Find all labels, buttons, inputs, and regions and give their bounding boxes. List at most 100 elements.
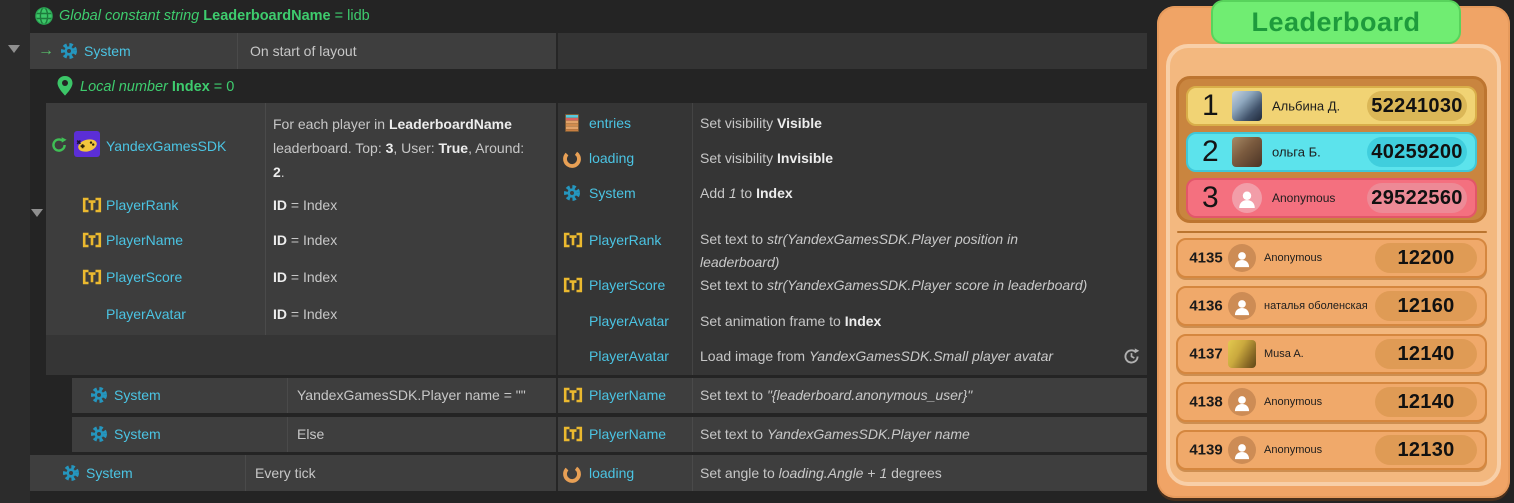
player-name: наталья оболенская bbox=[1264, 300, 1368, 312]
action-set-visible[interactable]: Set visibility Visible bbox=[700, 115, 822, 131]
action-object-entries[interactable]: entries bbox=[589, 115, 631, 131]
global-variable-row[interactable]: Global constant string LeaderboardName =… bbox=[30, 0, 1147, 32]
player-score: 29522560 bbox=[1371, 187, 1462, 210]
condition-playername[interactable]: ID = Index bbox=[273, 232, 337, 248]
action-object-loading[interactable]: loading bbox=[589, 150, 634, 166]
avatar bbox=[1228, 340, 1256, 368]
player-name: Anonymous bbox=[1264, 252, 1322, 264]
action-load-image[interactable]: Load image from YandexGamesSDK.Small pla… bbox=[700, 348, 1053, 364]
action-playerrank-settext[interactable]: Set text to str(YandexGamesSDK.Player po… bbox=[700, 228, 1080, 274]
event-arrow-icon: → bbox=[38, 42, 54, 60]
foreach-loop-icon bbox=[50, 136, 68, 154]
object-system[interactable]: System bbox=[114, 426, 161, 442]
action-set-angle[interactable]: Set angle to loading.Angle + 1 degrees bbox=[700, 465, 942, 481]
action-object-playeravatar[interactable]: PlayerAvatar bbox=[589, 313, 669, 329]
collapse-arrow-icon[interactable] bbox=[31, 209, 43, 217]
rank-label: 4139 bbox=[1186, 442, 1226, 459]
object-playerrank[interactable]: PlayerRank bbox=[106, 197, 178, 213]
player-score: 12140 bbox=[1397, 391, 1454, 414]
person-icon bbox=[1232, 441, 1252, 461]
leaderboard-row: 4139 Anonymous 12130 bbox=[1176, 430, 1487, 470]
avatar bbox=[1228, 436, 1256, 464]
object-playeravatar[interactable]: PlayerAvatar bbox=[106, 306, 186, 322]
async-action-icon bbox=[1122, 347, 1141, 366]
person-icon bbox=[1236, 188, 1258, 210]
action-object-system[interactable]: System bbox=[589, 185, 636, 201]
condition-playerscore[interactable]: ID = Index bbox=[273, 269, 337, 285]
action-add-index[interactable]: Add 1 to Index bbox=[700, 185, 793, 201]
entries-sprite-icon bbox=[565, 114, 579, 132]
rank-label: 4138 bbox=[1186, 394, 1226, 411]
action-settext-anonymous[interactable]: Set text to "{leaderboard.anonymous_user… bbox=[700, 387, 972, 403]
rank-label: 4137 bbox=[1186, 346, 1226, 363]
action-object-playername[interactable]: PlayerName bbox=[589, 387, 666, 403]
leaderboard-title-badge: Leaderboard bbox=[1211, 0, 1461, 44]
text-object-icon bbox=[563, 232, 583, 248]
action-object-playeravatar[interactable]: PlayerAvatar bbox=[589, 348, 669, 364]
leaderboard-row: 4135 Anonymous 12200 bbox=[1176, 238, 1487, 278]
leaderboard-row: 4136 наталья оболенская 12160 bbox=[1176, 286, 1487, 326]
object-system[interactable]: System bbox=[84, 43, 131, 59]
object-system[interactable]: System bbox=[114, 387, 161, 403]
construct-event-sheet: Global constant string LeaderboardName =… bbox=[0, 0, 1514, 503]
leaderboard-title: Leaderboard bbox=[1251, 7, 1420, 38]
text-object-icon bbox=[82, 269, 102, 285]
action-object-playerscore[interactable]: PlayerScore bbox=[589, 277, 665, 293]
text-object-icon bbox=[563, 277, 583, 293]
person-icon bbox=[1232, 249, 1252, 269]
action-object-playerrank[interactable]: PlayerRank bbox=[589, 232, 661, 248]
action-playerscore-settext[interactable]: Set text to str(YandexGamesSDK.Player sc… bbox=[700, 277, 1087, 293]
player-score: 12160 bbox=[1397, 295, 1454, 318]
local-variable-text[interactable]: Local number Index = 0 bbox=[80, 79, 234, 95]
score-pill: 12130 bbox=[1375, 435, 1477, 465]
score-pill: 12140 bbox=[1375, 387, 1477, 417]
action-object-playername[interactable]: PlayerName bbox=[589, 426, 666, 442]
leaderboard-top3-container: 1 Альбина Д. 52241030 2 ольга Б. 4025920… bbox=[1176, 76, 1487, 223]
leaderboard-top-row-2: 2 ольга Б. 40259200 bbox=[1186, 132, 1477, 172]
person-icon bbox=[1232, 393, 1252, 413]
gear-icon bbox=[90, 386, 108, 404]
gear-icon bbox=[60, 42, 78, 60]
avatar bbox=[1232, 91, 1262, 121]
text-object-icon bbox=[82, 197, 102, 213]
condition-playerrank[interactable]: ID = Index bbox=[273, 197, 337, 213]
leaderboard-panel: Leaderboard 1 Альбина Д. 52241030 2 ольг… bbox=[1157, 6, 1510, 498]
object-system[interactable]: System bbox=[86, 465, 133, 481]
gear-icon bbox=[563, 184, 581, 202]
player-score: 12140 bbox=[1397, 343, 1454, 366]
player-name: ольга Б. bbox=[1272, 145, 1321, 160]
player-score: 12200 bbox=[1397, 247, 1454, 270]
condition-every-tick[interactable]: Every tick bbox=[255, 465, 316, 481]
action-set-animation-frame[interactable]: Set animation frame to Index bbox=[700, 313, 881, 329]
text-object-icon bbox=[563, 387, 583, 403]
leaderboard-divider bbox=[1177, 231, 1487, 233]
player-name: Anonymous bbox=[1264, 396, 1322, 408]
text-object-icon bbox=[563, 426, 583, 442]
object-playerscore[interactable]: PlayerScore bbox=[106, 269, 182, 285]
condition-foreach-text[interactable]: For each player in LeaderboardName leade… bbox=[273, 112, 539, 184]
score-pill: 29522560 bbox=[1367, 183, 1467, 213]
person-icon bbox=[1232, 297, 1252, 317]
leaderboard-top-row-1: 1 Альбина Д. 52241030 bbox=[1186, 86, 1477, 126]
condition-else[interactable]: Else bbox=[297, 426, 324, 442]
collapse-arrow-icon[interactable] bbox=[8, 45, 20, 53]
condition-name-empty[interactable]: YandexGamesSDK.Player name = "" bbox=[297, 387, 526, 403]
avatar bbox=[1232, 137, 1262, 167]
rank-label: 3 bbox=[1202, 181, 1219, 215]
player-score: 12130 bbox=[1397, 439, 1454, 462]
avatar bbox=[1228, 292, 1256, 320]
globe-icon bbox=[35, 7, 53, 25]
condition-on-start[interactable]: On start of layout bbox=[250, 43, 357, 59]
object-playername[interactable]: PlayerName bbox=[106, 232, 183, 248]
condition-playeravatar[interactable]: ID = Index bbox=[273, 306, 337, 322]
action-set-invisible[interactable]: Set visibility Invisible bbox=[700, 150, 833, 166]
object-yandexgamessdk[interactable]: YandexGamesSDK bbox=[106, 138, 226, 154]
loading-sprite-icon bbox=[562, 149, 582, 169]
action-object-loading[interactable]: loading bbox=[589, 465, 634, 481]
event-on-start-actions-cell[interactable] bbox=[557, 33, 1147, 69]
score-pill: 52241030 bbox=[1367, 91, 1467, 121]
action-settext-playername[interactable]: Set text to YandexGamesSDK.Player name bbox=[700, 426, 970, 442]
score-pill: 12160 bbox=[1375, 291, 1477, 321]
global-variable-text: Global constant string LeaderboardName =… bbox=[59, 8, 370, 24]
player-name: Anonymous bbox=[1272, 191, 1335, 205]
